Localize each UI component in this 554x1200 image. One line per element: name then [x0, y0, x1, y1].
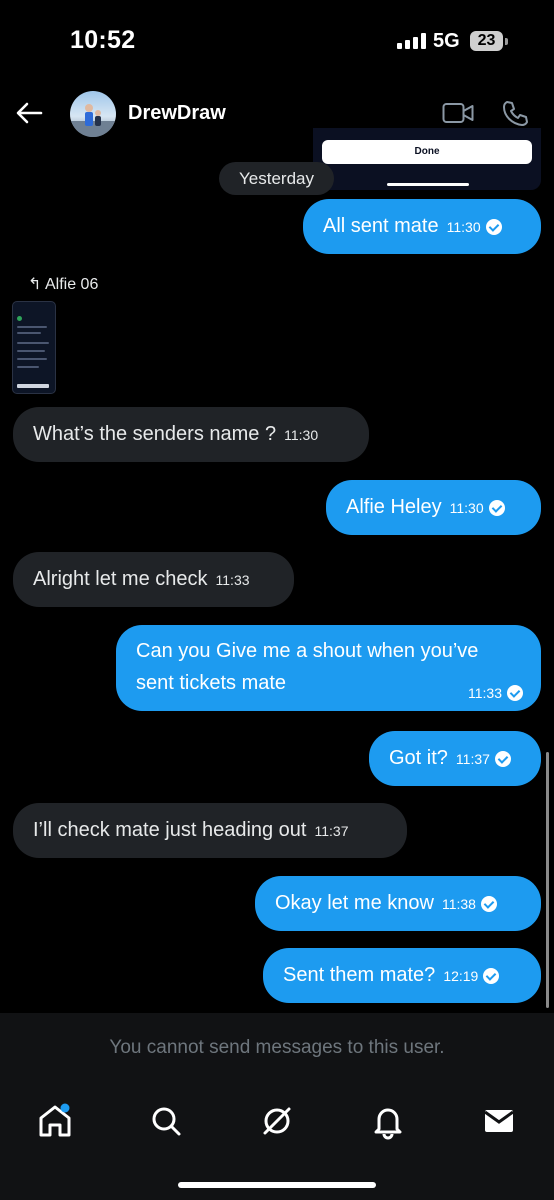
message-bubble-outgoing[interactable]: Sent them mate? 12:19 [263, 948, 541, 1003]
cannot-message-notice: You cannot send messages to this user. [109, 1037, 445, 1058]
read-check-icon [488, 500, 505, 516]
read-check-icon [494, 751, 511, 767]
message-bubble-incoming[interactable]: What’s the senders name ? 11:30 [13, 407, 369, 462]
message-text: Sent them mate? [283, 964, 436, 986]
message-text: Alfie Heley [346, 496, 442, 518]
back-arrow-icon[interactable] [14, 98, 44, 128]
image-homebar [387, 183, 469, 186]
network-type: 5G [433, 30, 460, 52]
bell-icon[interactable] [368, 1101, 408, 1141]
message-time: 11:33 [215, 572, 250, 588]
date-separator: Yesterday [219, 162, 334, 195]
message-bubble-outgoing[interactable]: Alfie Heley 11:30 [326, 480, 541, 535]
message-time: 11:38 [441, 896, 476, 912]
done-button-in-image: Done [322, 140, 532, 164]
reply-arrow-icon: ↰ [28, 276, 42, 293]
message-text: Alright let me check [33, 568, 208, 590]
home-indicator [178, 1182, 376, 1188]
message-bubble-incoming[interactable]: I’ll check mate just heading out 11:37 [13, 803, 407, 858]
message-bubble-outgoing[interactable]: Okay let me know 11:38 [255, 876, 541, 931]
reply-header: ↰ Alfie 06 [28, 274, 98, 294]
message-time: 11:30 [446, 219, 481, 235]
reply-author: Alfie 06 [44, 276, 99, 293]
message-bubble-outgoing[interactable]: All sent mate 11:30 [303, 199, 541, 254]
message-text: Got it? [389, 747, 448, 769]
message-text: All sent mate [323, 215, 439, 237]
message-time: 11:33 [468, 685, 502, 701]
read-check-icon [485, 219, 502, 235]
message-text: I’ll check mate just heading out [33, 819, 307, 841]
signal-icon [397, 33, 427, 49]
phone-call-icon[interactable] [501, 99, 529, 127]
message-text: Can you Give me a shout when you’ve sent… [136, 640, 479, 694]
notification-dot [60, 1103, 70, 1113]
reply-image-thumbnail[interactable] [12, 301, 56, 394]
video-call-icon[interactable] [442, 101, 474, 125]
message-time: 11:37 [314, 823, 349, 839]
battery-tip [505, 38, 508, 45]
message-bubble-outgoing[interactable]: Got it? 11:37 [369, 731, 541, 786]
message-time: 11:30 [284, 427, 319, 443]
status-bar: 10:52 5G 23 [0, 0, 554, 80]
read-check-icon [507, 685, 523, 701]
home-icon[interactable] [35, 1101, 75, 1141]
status-time: 10:52 [70, 26, 136, 54]
message-bubble-outgoing[interactable]: Can you Give me a shout when you’ve sent… [116, 625, 541, 711]
read-check-icon [480, 896, 497, 912]
search-icon[interactable] [146, 1101, 186, 1141]
scrollbar[interactable] [546, 752, 549, 1008]
contact-name[interactable]: DrewDraw [128, 102, 226, 125]
message-time: 11:30 [449, 500, 484, 516]
avatar-photo [70, 104, 116, 137]
message-time: 12:19 [443, 968, 479, 984]
message-time: 11:37 [455, 751, 490, 767]
message-text: What’s the senders name ? [33, 423, 277, 445]
mail-icon[interactable] [479, 1101, 519, 1141]
shared-image-preview[interactable]: Done [313, 128, 541, 190]
battery-icon: 23 [470, 31, 503, 51]
composer-disabled-area: You cannot send messages to this user. [0, 1013, 554, 1200]
read-check-icon [483, 968, 500, 984]
message-bubble-incoming[interactable]: Alright let me check 11:33 [13, 552, 294, 607]
avatar[interactable] [70, 91, 116, 137]
grok-icon[interactable] [257, 1101, 297, 1141]
message-text: Okay let me know [275, 892, 434, 914]
